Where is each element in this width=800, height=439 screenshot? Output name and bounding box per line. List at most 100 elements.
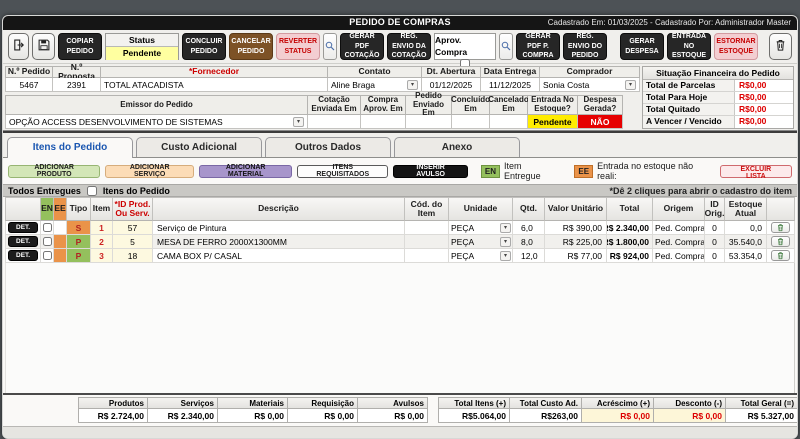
- qty-column-header: Qtd.: [513, 197, 545, 221]
- quantity-cell[interactable]: 6,0: [513, 221, 545, 235]
- description-column-header: Descrição: [153, 197, 405, 221]
- chevron-down-icon[interactable]: ▾: [625, 80, 636, 90]
- delete-list-button[interactable]: EXCLUIR LISTA: [720, 165, 792, 178]
- chevron-down-icon[interactable]: ▾: [407, 80, 418, 90]
- detail-button[interactable]: DET.: [8, 236, 38, 247]
- detail-button[interactable]: DET.: [8, 250, 38, 261]
- items-rows: DET. S 1 57 Serviço de Pintura PEÇA ▾ 6,…: [5, 221, 795, 263]
- ee-column-header: EE: [54, 197, 67, 221]
- supplier-label: *Fornecedor: [101, 66, 328, 78]
- supplier-field[interactable]: TOTAL ATACADISTA: [101, 78, 328, 92]
- delete-column-header: [767, 197, 795, 221]
- delete-order-button[interactable]: [769, 33, 792, 60]
- delete-item-button[interactable]: [771, 222, 790, 233]
- ee-legend-text: Entrada no estoque não reali:: [597, 161, 715, 181]
- ee-cell: [54, 235, 67, 249]
- order-sent-label: Pedido Enviado Em: [406, 95, 452, 115]
- issuer-select[interactable]: OPÇÃO ACCESS DESENVOLVIMENTO DE SISTEMAS…: [5, 115, 308, 129]
- cancel-order-button[interactable]: CANCELAR PEDIDO: [229, 33, 273, 60]
- expense-generated-label: Despesa Gerada?: [578, 95, 623, 115]
- generate-expense-button[interactable]: GERAR DESPESA: [620, 33, 664, 60]
- delete-item-button[interactable]: [771, 236, 790, 247]
- search-icon: [325, 39, 335, 54]
- reverse-stock-button[interactable]: ESTORNAR ESTOQUE: [714, 33, 758, 60]
- exit-icon: [12, 38, 26, 55]
- tab-bar: Itens do Pedido Custo Adicional Outros D…: [3, 133, 797, 158]
- exit-button[interactable]: [8, 33, 29, 60]
- item-description[interactable]: CAMA BOX P/ CASAL: [153, 249, 405, 263]
- search-order-button[interactable]: [499, 33, 513, 60]
- contact-label: Contato: [328, 66, 422, 78]
- unit-value-cell[interactable]: R$ 225,00: [545, 235, 607, 249]
- tab-anexo[interactable]: Anexo: [394, 137, 520, 157]
- item-number: 1: [91, 221, 113, 235]
- search-icon: [501, 39, 511, 54]
- registered-info: Cadastrado Em: 01/03/2025 - Cadastrado P…: [548, 18, 791, 27]
- tipo-badge: P: [67, 235, 91, 249]
- unit-value-column-header: Valor Unitário: [545, 197, 607, 221]
- item-code-column-header: Cód. do Item: [405, 197, 449, 221]
- revert-status-button[interactable]: REVERTER STATUS: [276, 33, 320, 60]
- generate-pdf-purchase-button[interactable]: GERAR PDF P. COMPRA: [516, 33, 560, 60]
- all-delivered-checkbox[interactable]: [87, 186, 97, 196]
- delete-item-button[interactable]: [771, 250, 790, 261]
- chevron-down-icon[interactable]: ▾: [500, 223, 511, 233]
- item-description[interactable]: MESA DE FERRO 2000X1300MM: [153, 235, 405, 249]
- add-service-button[interactable]: ADICIONAR SERVIÇO: [105, 165, 194, 178]
- toolbar: COPIAR PEDIDO Status Pendente CONCLUIR P…: [3, 30, 797, 64]
- category-totals: Produtos R$ 2.724,00 Serviços R$ 2.340,0…: [78, 397, 428, 423]
- status-box: Status Pendente: [105, 33, 179, 60]
- requested-items-button[interactable]: ITENS REQUISITADOS: [297, 165, 388, 178]
- quantity-cell[interactable]: 8,0: [513, 235, 545, 249]
- en-legend-badge: EN: [481, 165, 500, 178]
- unit-select[interactable]: PEÇA ▾: [449, 235, 513, 249]
- generate-pdf-quote-button[interactable]: GERAR PDF COTAÇÃO: [340, 33, 384, 60]
- detail-button[interactable]: DET.: [8, 222, 38, 233]
- add-product-button[interactable]: ADICIONAR PRODUTO: [8, 165, 100, 178]
- unit-value-cell[interactable]: R$ 77,00: [545, 249, 607, 263]
- chevron-down-icon[interactable]: ▾: [500, 237, 511, 247]
- chevron-down-icon[interactable]: ▾: [293, 117, 304, 127]
- total-cell: R$ 924,00: [607, 249, 653, 263]
- financial-row: Total de Parcelas R$0,00: [643, 80, 793, 92]
- unit-value-cell[interactable]: R$ 390,00: [545, 221, 607, 235]
- stock-entry-button[interactable]: ENTRADA NO ESTOQUE: [667, 33, 711, 60]
- financial-panel: Situação Financeira do Pedido Total de P…: [642, 66, 794, 129]
- buyer-label: Comprador: [540, 66, 640, 78]
- item-id: 5: [113, 235, 153, 249]
- ee-legend-badge: EE: [574, 165, 593, 178]
- copy-order-button[interactable]: COPIAR PEDIDO: [58, 33, 102, 60]
- tab-itens-do-pedido[interactable]: Itens do Pedido: [7, 137, 133, 158]
- buyer-select[interactable]: Sonia Costa ▾: [540, 78, 640, 92]
- tab-outros-dados[interactable]: Outros Dados: [265, 137, 391, 157]
- canceled-field: [490, 115, 528, 129]
- unit-select[interactable]: PEÇA ▾: [449, 249, 513, 263]
- search-quote-button[interactable]: [323, 33, 337, 60]
- chevron-down-icon[interactable]: ▾: [500, 251, 511, 261]
- save-button[interactable]: [32, 33, 55, 60]
- stock-column-header: Estoque Atual: [725, 197, 767, 221]
- unit-select[interactable]: PEÇA ▾: [449, 221, 513, 235]
- delivered-checkbox[interactable]: [43, 251, 52, 260]
- proposal-number-field: 2391: [53, 78, 101, 92]
- financial-row: Total Para Hoje R$0,00: [643, 92, 793, 104]
- ee-cell: [54, 221, 67, 235]
- open-date-field[interactable]: 01/12/2025: [422, 78, 481, 92]
- delivered-checkbox[interactable]: [43, 237, 52, 246]
- det-column-header: [5, 197, 41, 221]
- delivered-checkbox[interactable]: [43, 223, 52, 232]
- tab-custo-adicional[interactable]: Custo Adicional: [136, 137, 262, 157]
- delivery-date-field[interactable]: 11/12/2025: [481, 78, 540, 92]
- all-delivered-label: Todos Entregues: [8, 186, 81, 196]
- purchase-approved-field: [361, 115, 406, 129]
- item-description[interactable]: Serviço de Pintura: [153, 221, 405, 235]
- en-column-header: EN: [41, 197, 54, 221]
- add-material-button[interactable]: ADICIONAR MATERIAL: [199, 165, 292, 178]
- concluded-field: [452, 115, 490, 129]
- insert-loose-button[interactable]: INSERIR AVULSO: [393, 165, 468, 178]
- quantity-cell[interactable]: 12,0: [513, 249, 545, 263]
- register-quote-send-button[interactable]: REG. ENVIO DA COTAÇÃO: [387, 33, 431, 60]
- contact-select[interactable]: Aline Braga ▾: [328, 78, 422, 92]
- register-order-send-button[interactable]: REG. ENVIO DO PEDIDO: [563, 33, 607, 60]
- conclude-order-button[interactable]: CONCLUIR PEDIDO: [182, 33, 226, 60]
